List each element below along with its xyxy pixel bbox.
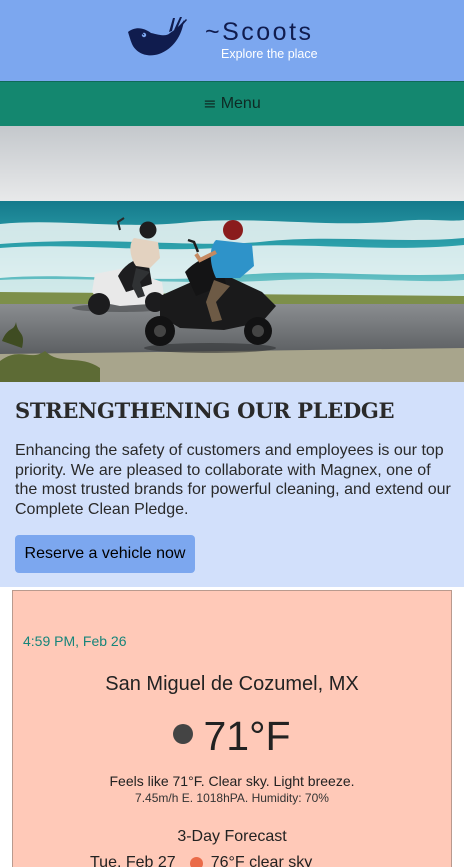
hero-image (0, 126, 464, 382)
menu-toggle[interactable]: ≡ Menu (0, 81, 464, 126)
reserve-vehicle-button[interactable]: Reserve a vehicle now (15, 535, 195, 573)
forecast-summary: 76°F clear sky (210, 854, 313, 867)
brand-tagline: Explore the place (221, 47, 318, 61)
bird-logo-icon[interactable] (126, 16, 188, 60)
pledge-title: STRENGTHENING OUR PLEDGE (15, 398, 395, 423)
hamburger-icon: ≡ (203, 94, 217, 113)
weather-temperature: 71°F (203, 713, 291, 759)
weather-time: 4:59 PM, Feb 26 (23, 633, 127, 649)
weather-widget: 4:59 PM, Feb 26 San Miguel de Cozumel, M… (12, 590, 452, 867)
forecast-title: 3-Day Forecast (177, 828, 287, 845)
pledge-section: STRENGTHENING OUR PLEDGE Enhancing the s… (0, 382, 464, 587)
weather-details: 7.45m/h E. 1018hPA. Humidity: 70% (135, 791, 329, 805)
forecast-dot-icon (189, 856, 203, 867)
weather-city: San Miguel de Cozumel, MX (105, 673, 359, 695)
brand-name[interactable]: ~Scoots (205, 18, 314, 47)
pledge-text: Enhancing the safety of customers and em… (15, 442, 451, 518)
weather-dot-icon (173, 723, 194, 744)
forecast-day: Tue, Feb 27 (90, 854, 176, 867)
weather-current: 71°F (13, 713, 451, 760)
site-header: ~Scoots Explore the place (0, 0, 464, 81)
menu-label: Menu (220, 95, 261, 112)
forecast-row: Tue, Feb 27 76°F clear sky (90, 854, 312, 867)
weather-feels-like: Feels like 71°F. Clear sky. Light breeze… (109, 773, 355, 789)
